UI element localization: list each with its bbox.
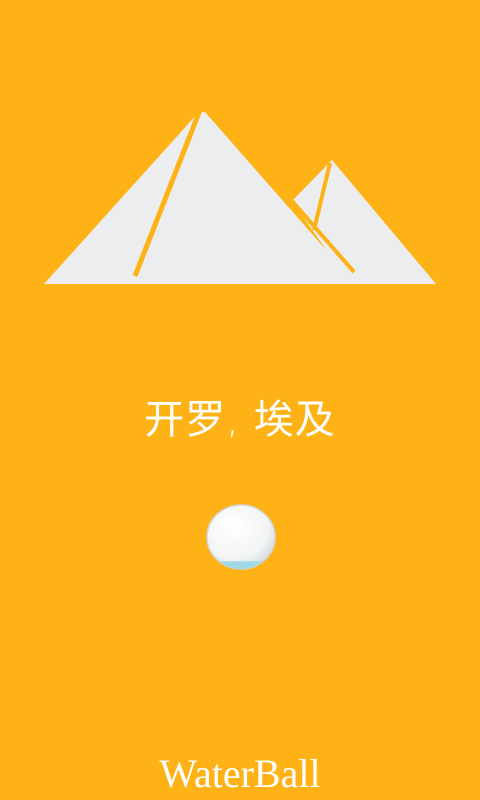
ball-water [207, 561, 275, 569]
app-name: WaterBall [159, 751, 321, 796]
ball-highlight [222, 518, 240, 528]
splash-screen: 开罗, 埃及 WaterBall [0, 0, 480, 800]
water-ball-icon[interactable] [205, 503, 277, 571]
ball-body [206, 504, 276, 570]
pyramids-icon [44, 109, 436, 284]
city-label: 开罗, 埃及 [144, 397, 336, 443]
